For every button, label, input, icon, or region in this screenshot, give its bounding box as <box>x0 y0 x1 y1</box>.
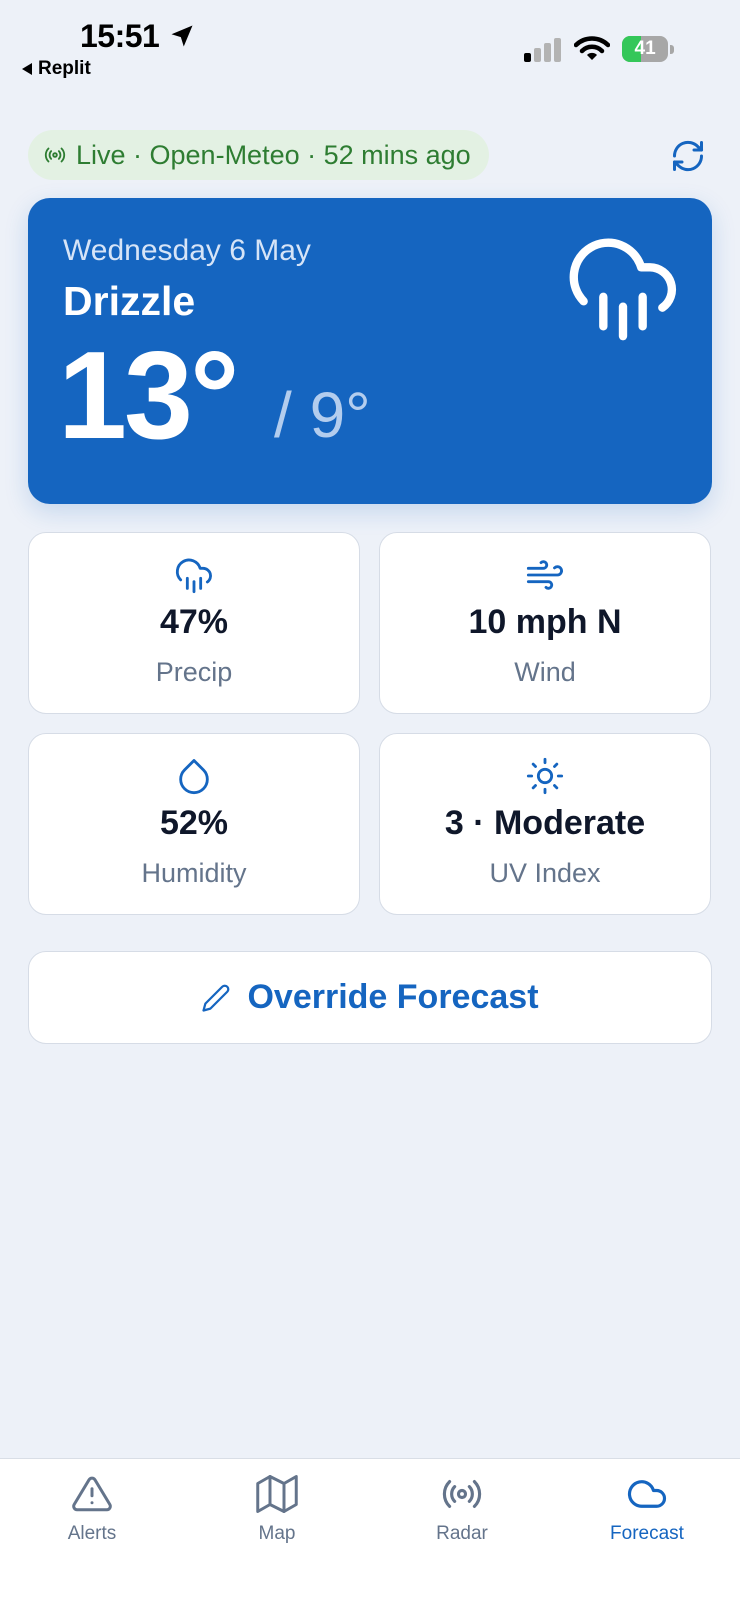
current-weather-card: Wednesday 6 May Drizzle 13° / 9° <box>28 198 712 504</box>
weather-condition: Drizzle <box>63 278 196 324</box>
override-forecast-label: Override Forecast <box>247 978 539 1016</box>
wifi-icon <box>574 36 610 60</box>
live-source-badge: Live · Open-Meteo · 52 mins ago <box>28 130 489 180</box>
pencil-icon <box>202 984 230 1012</box>
precip-label: Precip <box>155 657 233 687</box>
broadcast-icon <box>44 147 66 163</box>
uv-index-label: UV Index <box>489 858 601 888</box>
alert-triangle-icon <box>72 1476 112 1512</box>
battery-indicator: 41 <box>622 36 674 62</box>
droplet-icon <box>179 759 209 795</box>
override-forecast-button[interactable]: Override Forecast <box>28 951 712 1044</box>
tab-radar-label: Radar <box>436 1523 488 1544</box>
tab-forecast-label: Forecast <box>610 1523 684 1544</box>
cloud-rain-icon <box>175 558 212 594</box>
sun-icon <box>526 757 564 795</box>
humidity-label: Humidity <box>141 858 247 888</box>
back-to-app-link[interactable]: Replit <box>22 58 91 80</box>
cellular-signal-icon <box>524 38 561 62</box>
wind-card: 10 mph N Wind <box>379 532 711 714</box>
humidity-card: 52% Humidity <box>28 733 360 915</box>
forecast-date: Wednesday 6 May <box>63 234 311 267</box>
battery-body: 41 <box>622 36 669 62</box>
precip-card: 47% Precip <box>28 532 360 714</box>
tab-map-label: Map <box>258 1523 296 1544</box>
low-temperature: / 9° <box>274 379 371 451</box>
high-temperature: 13° <box>58 327 240 465</box>
location-arrow-icon <box>171 25 193 47</box>
wind-icon <box>526 560 563 590</box>
tab-radar[interactable]: Radar <box>392 1473 532 1553</box>
tab-alerts-label: Alerts <box>67 1523 117 1544</box>
cloud-rain-icon <box>569 238 677 341</box>
status-time: 15:51 <box>80 18 160 54</box>
cloud-icon <box>627 1480 666 1508</box>
humidity-value: 52% <box>159 804 229 842</box>
uv-index-value: 3 · Moderate <box>444 804 646 842</box>
wind-label: Wind <box>514 657 576 687</box>
back-app-label: Replit <box>38 58 91 79</box>
refresh-icon[interactable] <box>670 138 706 174</box>
battery-cap <box>670 44 674 54</box>
status-bar: 15:51 Replit 41 <box>0 0 740 90</box>
tab-forecast[interactable]: Forecast <box>577 1473 717 1553</box>
live-source-text: Live · Open-Meteo · 52 mins ago <box>76 139 471 170</box>
tab-alerts[interactable]: Alerts <box>22 1473 162 1553</box>
battery-percent: 41 <box>634 38 656 59</box>
precip-value: 47% <box>159 603 229 641</box>
wind-value: 10 mph N <box>468 603 622 641</box>
radar-icon <box>442 1480 482 1508</box>
map-icon <box>256 1475 298 1513</box>
uv-index-card: 3 · Moderate UV Index <box>379 733 711 915</box>
tab-map[interactable]: Map <box>207 1473 347 1553</box>
back-arrow-icon <box>22 63 32 75</box>
bottom-tab-bar: Alerts Map Radar Forecast <box>0 1458 740 1600</box>
